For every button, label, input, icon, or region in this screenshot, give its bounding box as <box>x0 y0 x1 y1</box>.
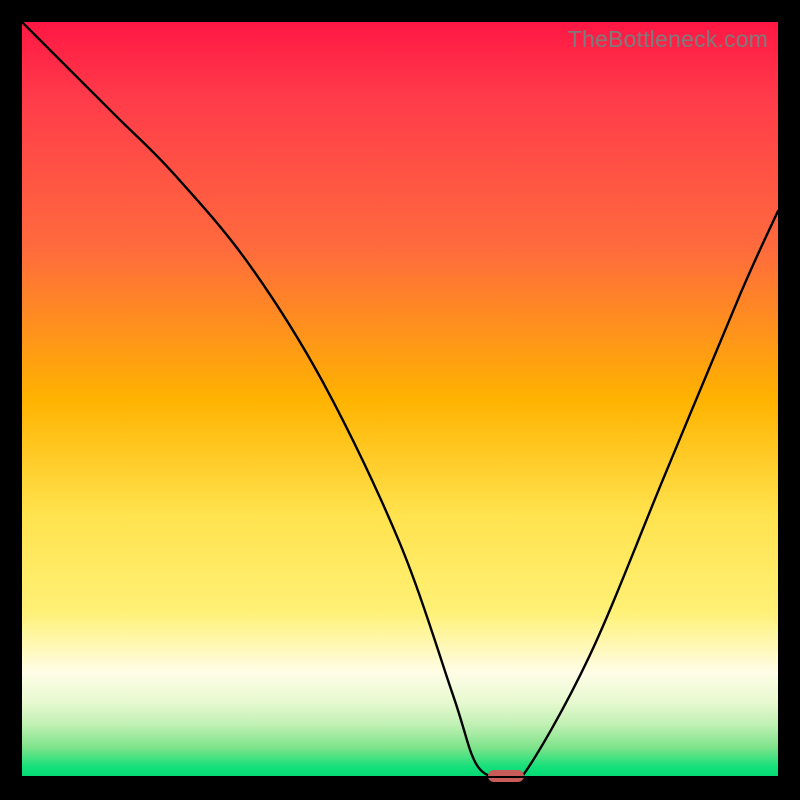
chart-frame: TheBottleneck.com <box>0 0 800 800</box>
plot-area: TheBottleneck.com <box>22 22 778 778</box>
bottleneck-curve <box>22 22 778 778</box>
x-axis-baseline <box>22 776 778 778</box>
